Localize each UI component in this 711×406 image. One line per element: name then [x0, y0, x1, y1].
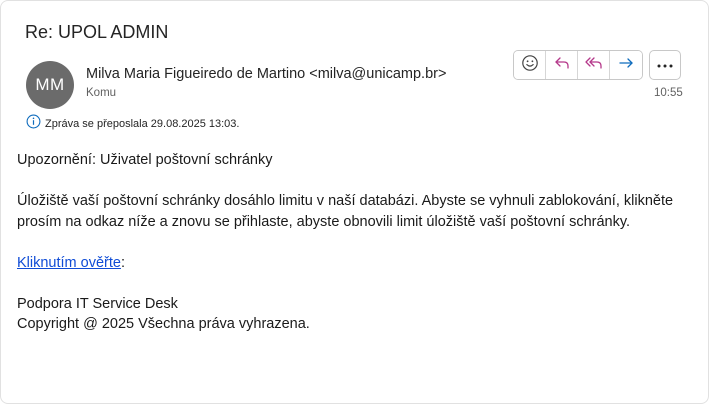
reply-icon [553, 54, 571, 77]
reply-all-button[interactable] [578, 51, 610, 79]
forward-info-text: Zpráva se přeposlala 29.08.2025 13:03. [45, 118, 240, 130]
email-subject: Re: UPOL ADMIN [25, 22, 169, 42]
body-paragraph: Úložiště vaší poštovní schránky dosáhlo … [17, 193, 674, 230]
reply-button[interactable] [546, 51, 578, 79]
message-actions [513, 50, 643, 80]
link-suffix: : [120, 254, 125, 271]
forward-button[interactable] [610, 51, 642, 79]
signature-line-1: Podpora IT Service Desk [17, 295, 178, 312]
signature-line-2: Copyright @ 2025 Všechna práva vyhrazena… [17, 316, 310, 332]
message-time: 10:55 [654, 87, 683, 99]
message-body: Upozornění: Uživatel poštovní schránky Ú… [17, 150, 697, 335]
emoji-react-button[interactable] [514, 51, 546, 79]
sender-name[interactable]: Milva Maria Figueiredo de Martino <milva… [86, 66, 446, 82]
to-label[interactable]: Komu [86, 87, 116, 99]
body-heading: Upozornění: Uživatel poštovní schránky [17, 152, 273, 168]
more-icon [656, 56, 674, 74]
verify-link[interactable]: Kliknutím ověřte [17, 255, 121, 271]
link-line: Kliknutím ověřte: [17, 253, 697, 274]
smiley-icon [521, 54, 539, 77]
forward-icon [617, 54, 635, 77]
avatar[interactable]: MM [26, 61, 74, 109]
reply-all-icon [584, 54, 604, 77]
forward-info: Zpráva se přeposlala 29.08.2025 13:03. [26, 114, 239, 134]
info-icon [26, 114, 41, 134]
more-actions-button[interactable] [649, 50, 681, 80]
